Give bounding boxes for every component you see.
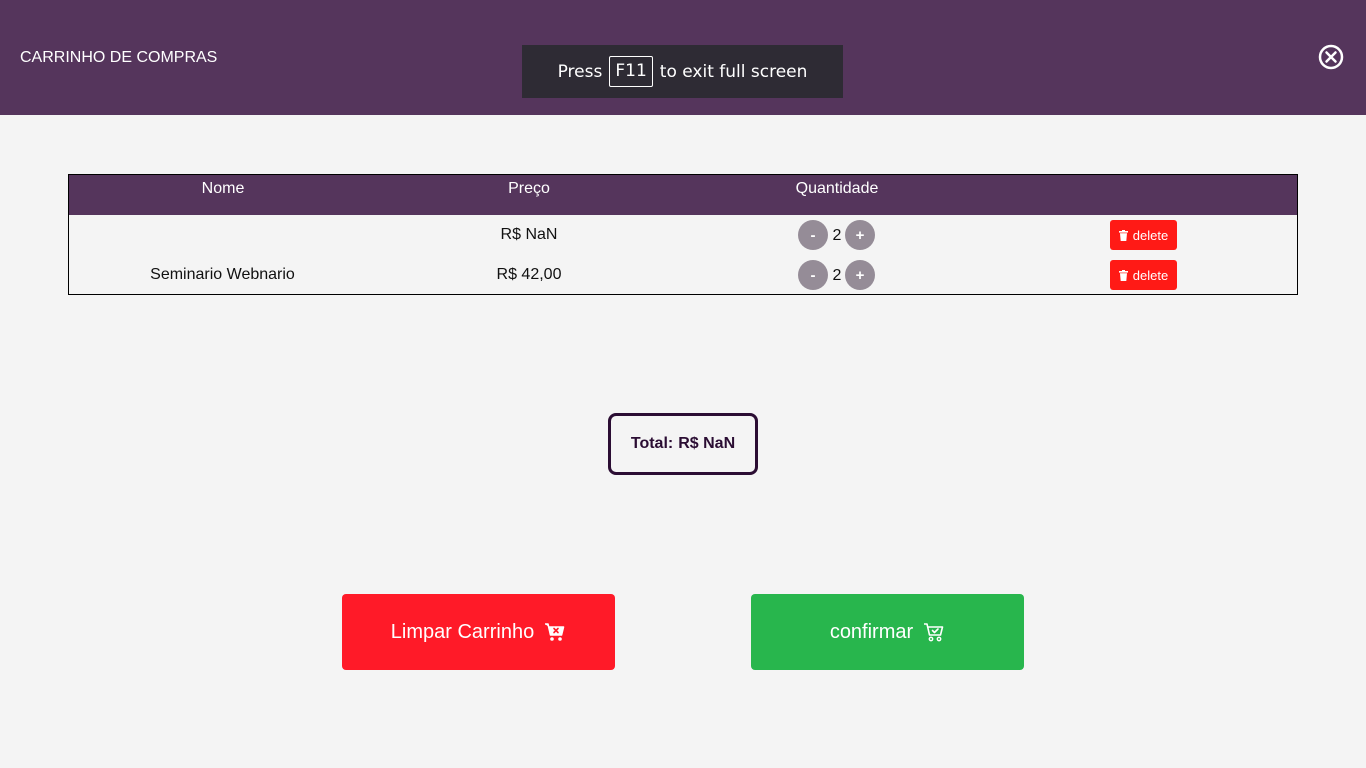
item-price: R$ NaN [500, 226, 558, 243]
increase-quantity-button[interactable]: + [845, 220, 875, 250]
delete-label: delete [1132, 267, 1169, 283]
item-price: R$ 42,00 [496, 266, 562, 283]
decrease-quantity-button[interactable]: - [798, 260, 828, 290]
delete-item-button[interactable]: delete [1110, 260, 1177, 290]
app-title: CARRINHO DE COMPRAS [20, 49, 218, 66]
clear-cart-label: Limpar Carrinho [390, 620, 535, 643]
column-header-quantity: Quantidade [795, 180, 879, 197]
cart-remove-icon [545, 623, 565, 641]
cart-check-icon [924, 623, 944, 642]
column-header-price: Preço [508, 180, 550, 197]
confirm-button[interactable]: confirmar [751, 594, 1024, 670]
fullscreen-notice: Press F11 to exit full screen [522, 45, 843, 98]
column-header-name: Nome [201, 180, 245, 197]
item-quantity: 2 [832, 227, 842, 244]
fullscreen-notice-suffix: to exit full screen [659, 61, 808, 82]
item-quantity: 2 [832, 267, 842, 284]
fullscreen-key: F11 [609, 56, 653, 87]
total-value: R$ NaN [678, 435, 736, 452]
item-name: Seminario Webnario [150, 266, 295, 283]
trash-icon [1118, 269, 1128, 281]
delete-item-button[interactable]: delete [1110, 220, 1177, 250]
increase-quantity-button[interactable]: + [845, 260, 875, 290]
total-box: Total: R$ NaN [608, 413, 758, 475]
trash-icon [1118, 229, 1128, 241]
confirm-label: confirmar [829, 620, 914, 643]
clear-cart-button[interactable]: Limpar Carrinho [342, 594, 615, 670]
total-label: Total: [630, 435, 674, 452]
decrease-quantity-button[interactable]: - [798, 220, 828, 250]
delete-label: delete [1132, 227, 1169, 243]
fullscreen-notice-prefix: Press [557, 61, 603, 82]
cart-table: Nome Preço Quantidade R$ NaN - 2 + delet… [68, 174, 1298, 295]
close-icon[interactable] [1318, 44, 1344, 70]
table-header: Nome Preço Quantidade [69, 175, 1297, 215]
